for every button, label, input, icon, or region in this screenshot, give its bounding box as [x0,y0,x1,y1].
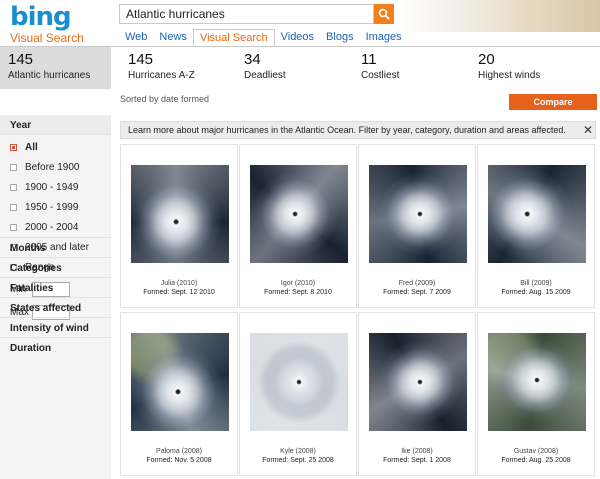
stat-label: Costliest [361,70,400,81]
hurricane-formed: Formed: Sept. 8 2010 [264,289,332,296]
storm-image [488,165,586,263]
hurricane-formed: Formed: Sept. 1 2008 [383,457,451,464]
nav-images[interactable]: Images [360,29,408,46]
stat-label: Highest winds [478,70,541,81]
hurricane-image[interactable] [369,165,467,263]
hurricane-card[interactable]: Bill (2009) Formed: Aug. 15 2009 [477,144,595,308]
filter-months[interactable]: Months [0,237,111,257]
hurricane-card[interactable]: Gustav (2008) Formed: Aug. 25 2008 [477,312,595,476]
hurricane-card[interactable]: Paloma (2008) Formed: Nov. 5 2008 [120,312,238,476]
storm-image [250,333,348,431]
stat-count: 11 [361,51,377,68]
hurricane-card[interactable]: Ike (2008) Formed: Sept. 1 2008 [358,312,476,476]
nav-web[interactable]: Web [119,29,153,46]
search-nav: Web News Visual Search Videos Blogs Imag… [119,29,408,46]
bing-logo[interactable]: bing [10,2,72,32]
sort-label[interactable]: Sorted by date formed [120,94,209,104]
storm-image [488,333,586,431]
visual-search-title: Visual Search [10,31,84,45]
results-grid: Julia (2010) Formed: Sept. 12 2010 Igor … [120,144,596,479]
hurricane-image[interactable] [131,333,229,431]
hurricane-image[interactable] [369,333,467,431]
year-option-2000-2004[interactable]: 2000 - 2004 [0,217,111,237]
nav-videos[interactable]: Videos [275,29,320,46]
hurricane-formed: Formed: Nov. 5 2008 [146,457,212,464]
radio-icon [10,163,17,171]
year-option-label: 1900 - 1949 [25,181,79,193]
filter-categories[interactable]: Categories [0,257,111,277]
filter-fatalities[interactable]: Fatalities [0,277,111,297]
stat-count: 34 [244,51,261,68]
nav-visual-search[interactable]: Visual Search [192,29,275,46]
storm-image [131,333,229,431]
close-icon[interactable]: ✕ [583,124,593,136]
year-option-label: 2000 - 2004 [25,221,79,233]
year-option-label: All [25,141,38,153]
radio-icon [10,203,17,211]
year-option-label: 1950 - 1999 [25,201,79,213]
stat-count: 20 [478,51,495,68]
filter-sections: Months Categories Fatalities States affe… [0,237,111,357]
search-icon [378,8,390,20]
stat-deadliest[interactable]: 34 Deadliest [236,47,351,89]
year-option-1950-1999[interactable]: 1950 - 1999 [0,197,111,217]
hurricane-formed: Formed: Sept. 7 2009 [383,289,451,296]
hurricane-formed: Formed: Aug. 15 2009 [501,289,571,296]
storm-image [250,165,348,263]
compare-button[interactable]: Compare [509,94,597,110]
hurricane-name: Bill (2009) [520,280,552,287]
year-option-1900-1949[interactable]: 1900 - 1949 [0,177,111,197]
hurricane-image[interactable] [131,165,229,263]
storm-image [131,165,229,263]
hurricane-name: Ike (2008) [401,448,433,455]
search-button[interactable] [374,4,394,24]
search-input[interactable] [119,4,374,24]
hurricane-name: Kyle (2008) [280,448,316,455]
hurricane-card[interactable]: Fred (2009) Formed: Sept. 7 2009 [358,144,476,308]
hurricane-card[interactable]: Kyle (2008) Formed: Sept. 25 2008 [239,312,357,476]
storm-image [369,165,467,263]
year-filter-title[interactable]: Year [0,115,111,135]
nav-blogs[interactable]: Blogs [320,29,360,46]
year-option-all[interactable]: All [0,137,111,157]
stats-bar: 145 Atlantic hurricanes 145 Hurricanes A… [0,47,600,89]
hurricane-name: Paloma (2008) [156,448,202,455]
stat-label: Atlantic hurricanes [8,70,91,81]
header-decoration [395,0,600,32]
filter-states-affected[interactable]: States affected [0,297,111,317]
hurricane-name: Fred (2009) [398,280,436,287]
stat-label: Hurricanes A-Z [128,70,195,81]
stat-costliest[interactable]: 11 Costliest [353,47,468,89]
filter-duration[interactable]: Duration [0,337,111,357]
hurricane-formed: Formed: Sept. 12 2010 [143,289,215,296]
hurricane-image[interactable] [250,333,348,431]
stat-hurricanes-a-z[interactable]: 145 Hurricanes A-Z [120,47,235,89]
hurricane-card[interactable]: Julia (2010) Formed: Sept. 12 2010 [120,144,238,308]
hurricane-name: Julia (2010) [160,280,198,287]
hurricane-name: Igor (2010) [280,280,316,287]
nav-news[interactable]: News [153,29,193,46]
year-option-label: Before 1900 [25,161,80,173]
header: bing Visual Search Web News Visual Searc… [0,0,600,46]
hurricane-image[interactable] [250,165,348,263]
year-option-before-1900[interactable]: Before 1900 [0,157,111,177]
radio-icon [10,223,17,231]
hurricane-formed: Formed: Sept. 25 2008 [262,457,334,464]
stat-count: 145 [8,51,34,68]
stat-atlantic-hurricanes[interactable]: 145 Atlantic hurricanes [0,47,111,89]
stat-count: 145 [128,51,154,68]
filter-intensity-of-wind[interactable]: Intensity of wind [0,317,111,337]
info-banner: Learn more about major hurricanes in the… [120,121,596,139]
stat-label: Deadliest [244,70,286,81]
hurricane-image[interactable] [488,333,586,431]
radio-icon [10,183,17,191]
storm-image [369,333,467,431]
hurricane-card[interactable]: Igor (2010) Formed: Sept. 8 2010 [239,144,357,308]
hurricane-image[interactable] [488,165,586,263]
stat-highest-winds[interactable]: 20 Highest winds [470,47,595,89]
hurricane-formed: Formed: Aug. 25 2008 [501,457,571,464]
hurricane-name: Gustav (2008) [513,448,559,455]
radio-selected-icon [10,143,17,151]
